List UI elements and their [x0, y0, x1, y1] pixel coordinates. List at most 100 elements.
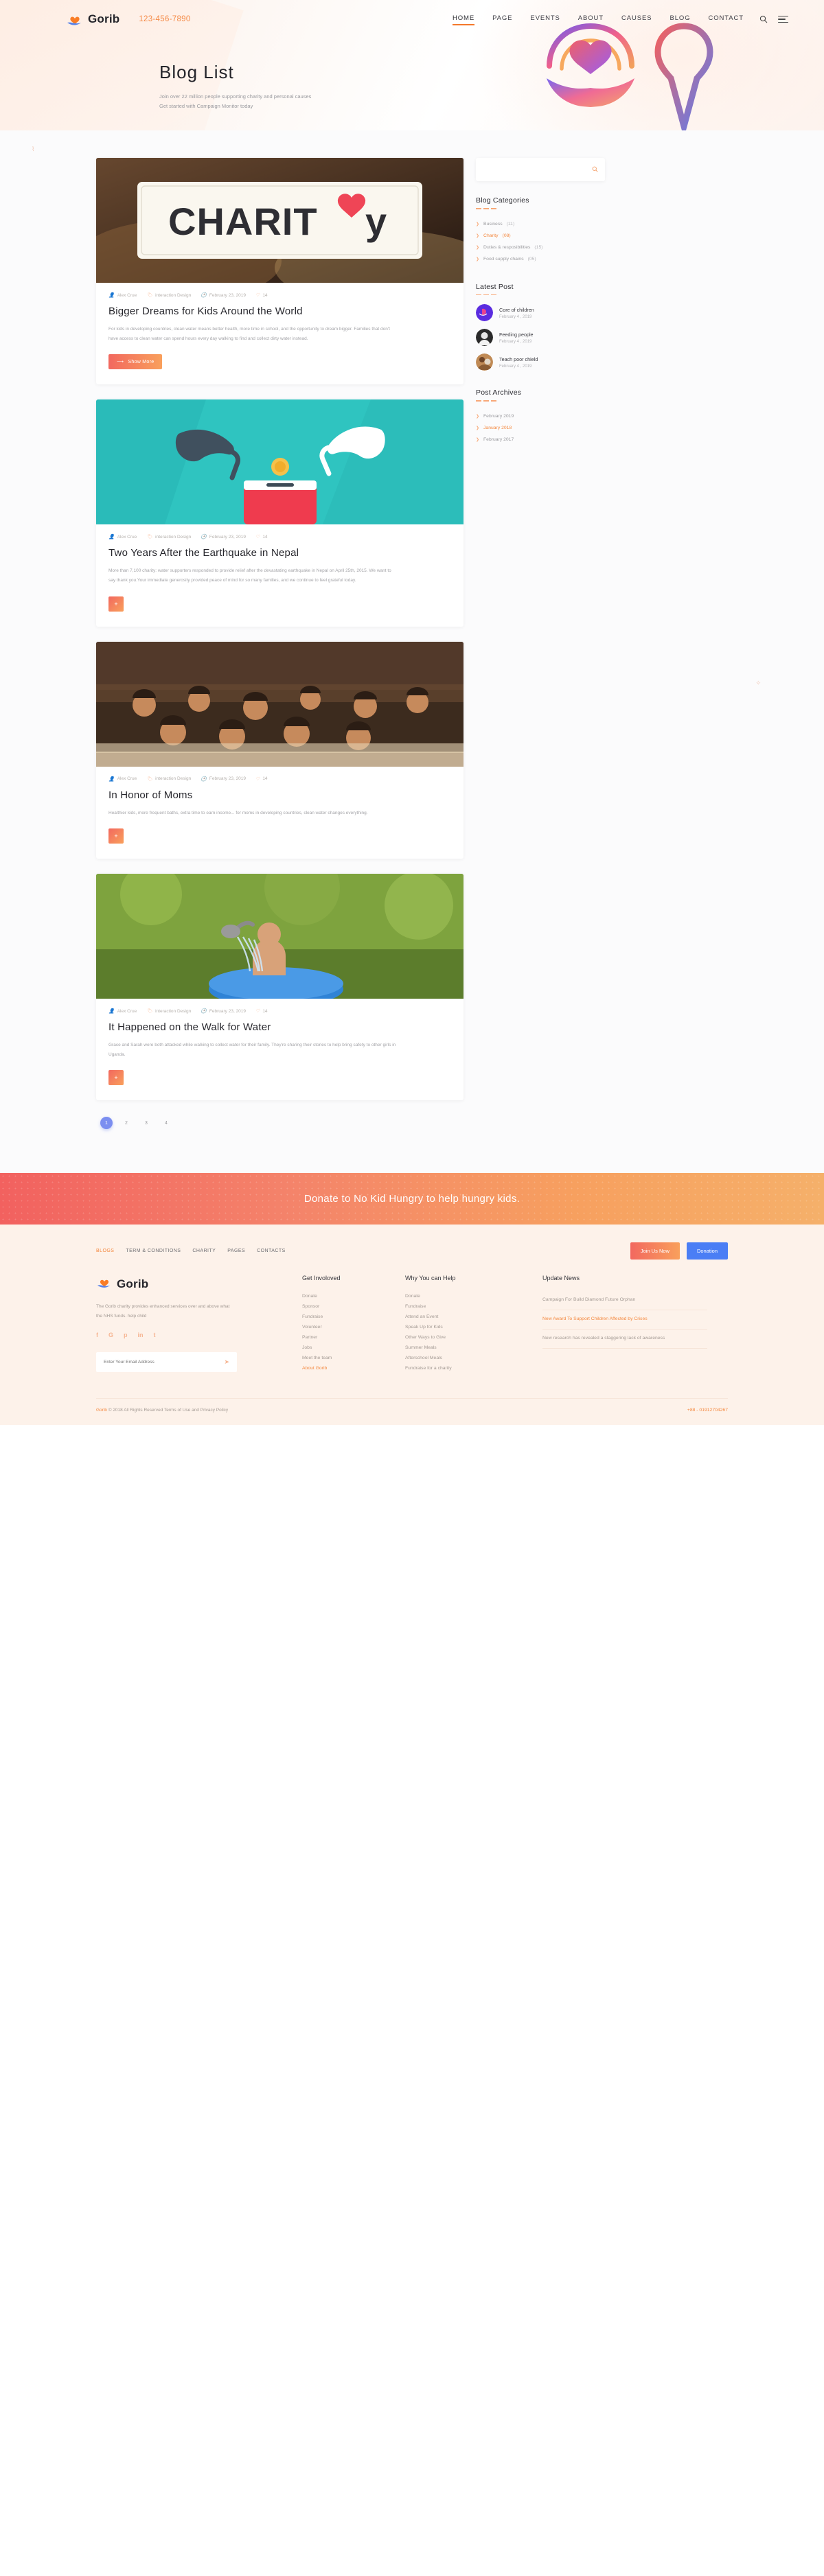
footer-link-meet-the-team[interactable]: Meet the team	[302, 1353, 405, 1363]
header-icon-group	[759, 14, 788, 24]
latest-post-item[interactable]: Core of children February 4 , 2019	[476, 304, 605, 321]
footer-why-help-column: Why You can Help Donate Fundraise Attend…	[405, 1275, 542, 1373]
footer-link-attend-an-event[interactable]: Attend an Event	[405, 1312, 542, 1322]
search-input[interactable]	[483, 167, 592, 172]
nav-item-home[interactable]: HOME	[452, 14, 475, 25]
post-title[interactable]: Two Years After the Earthquake in Nepal	[108, 547, 451, 559]
footer-columns: Gorib The Gorib charity provides enhance…	[96, 1275, 728, 1398]
donation-button[interactable]: Donation	[686, 1242, 728, 1260]
pagination-page-3[interactable]: 3	[140, 1117, 152, 1129]
footer-link-donate[interactable]: Donate	[302, 1291, 405, 1301]
news-item[interactable]: New Award To Support Children Affected b…	[542, 1310, 707, 1330]
brand-name: Gorib	[88, 12, 120, 25]
sidebar-search-box[interactable]	[476, 158, 605, 181]
footer-link-fundraise[interactable]: Fundraise	[302, 1312, 405, 1322]
news-item[interactable]: New research has revealed a staggering l…	[542, 1330, 707, 1349]
news-item[interactable]: Campaign For Build Diamond Future Orphan	[542, 1291, 707, 1311]
read-more-button[interactable]: +	[108, 828, 124, 844]
clock-icon: 🕑	[201, 1009, 207, 1014]
archive-item-january-2018[interactable]: ❯ January 2018	[476, 422, 605, 434]
post-category: 🏷 interaction Design	[146, 1008, 192, 1014]
footer-nav-charity[interactable]: CHARITY	[192, 1249, 216, 1253]
footer-nav-contacts[interactable]: CONTACTS	[257, 1249, 286, 1253]
category-item-duties[interactable]: ❯ Duties & resposibilities (15)	[476, 242, 605, 253]
twitter-icon[interactable]: t	[154, 1332, 156, 1338]
blog-post-body: 👤 Alex Crue 🏷 interaction Design 🕑 February…	[96, 283, 464, 384]
title-underline-dashes	[476, 294, 605, 295]
heart-icon: ♡	[255, 1009, 260, 1014]
show-more-button[interactable]: ⟶ Show More	[108, 354, 163, 370]
brand-logo[interactable]: Gorib	[66, 11, 119, 27]
heart-icon: ♡	[255, 535, 260, 540]
post-title[interactable]: In Honor of Moms	[108, 789, 451, 801]
archive-item-february-2019[interactable]: ❯ February 2019	[476, 410, 605, 422]
blog-post-card[interactable]: 👤 Alex Crue 🏷 interaction Design 🕑 February…	[96, 641, 464, 859]
pagination-page-2[interactable]: 2	[120, 1117, 133, 1129]
footer-column-title: Get Involoved	[302, 1275, 341, 1282]
post-title[interactable]: Bigger Dreams for Kids Around the World	[108, 305, 451, 317]
latest-post-item[interactable]: Teach poor chield February 4 , 2019	[476, 353, 605, 371]
paper-plane-icon[interactable]: ➤	[224, 1358, 229, 1366]
pagination-page-1[interactable]: 1	[100, 1117, 113, 1130]
read-more-button[interactable]: +	[108, 1070, 124, 1086]
footer-logo[interactable]: Gorib	[96, 1275, 302, 1293]
latest-post-title: Feeding people	[499, 331, 534, 338]
google-plus-icon[interactable]: G	[108, 1332, 113, 1338]
clock-icon: 🕑	[201, 535, 207, 540]
donation-coin-illustration	[96, 399, 464, 525]
search-icon[interactable]	[759, 14, 768, 24]
hamburger-menu-icon[interactable]	[778, 15, 788, 23]
donate-banner[interactable]: Donate to No Kid Hungry to help hungry k…	[0, 1173, 824, 1225]
latest-post-item[interactable]: Feeding people February 4 , 2019	[476, 329, 605, 346]
footer-link-donate-2[interactable]: Donate	[405, 1291, 542, 1301]
footer-column-title: Update News	[542, 1275, 580, 1282]
category-item-charity[interactable]: ❯ Charity (08)	[476, 230, 605, 242]
svg-text:y: y	[365, 200, 387, 243]
header-phone[interactable]: 123-456-7890	[139, 15, 190, 23]
post-category: 🏷 interaction Design	[146, 534, 192, 540]
blog-post-card[interactable]: 👤 Alex Crue 🏷 interaction Design 🕑 February…	[96, 399, 464, 627]
footer-link-partner[interactable]: Partner	[302, 1332, 405, 1343]
footer-nav-pages[interactable]: PAGES	[227, 1249, 245, 1253]
blog-post-card[interactable]: 👤 Alex Crue 🏷 interaction Design 🕑 February…	[96, 874, 464, 1101]
category-item-food-supply[interactable]: ❯ Food supply chains (05)	[476, 253, 605, 265]
newsletter-subscribe-box[interactable]: ➤	[96, 1351, 237, 1372]
footer-nav-terms[interactable]: TERM & CONDITIONS	[126, 1249, 181, 1253]
footer-link-sponsor[interactable]: Sponsor	[302, 1301, 405, 1312]
footer-link-afterschool-meals[interactable]: Afterschool Meals	[405, 1353, 542, 1363]
content-container: CHARIT y 👤 Alex Crue 🏷 interaction Design …	[96, 158, 728, 1115]
footer-link-fundraise-for-a-charity[interactable]: Fundraise for a charity	[405, 1363, 542, 1373]
blog-post-card[interactable]: CHARIT y 👤 Alex Crue 🏷 interaction Design …	[96, 158, 464, 385]
footer-link-fundraise-2[interactable]: Fundraise	[405, 1301, 542, 1312]
footer-link-summer-meals[interactable]: Summer Meals	[405, 1343, 542, 1353]
footer-link-jobs[interactable]: Jobs	[302, 1343, 405, 1353]
post-category: 🏷 interaction Design	[146, 292, 192, 299]
join-us-now-button[interactable]: Join Us Now	[630, 1242, 680, 1260]
chevron-right-icon: ❯	[476, 437, 480, 442]
archive-item-february-2017[interactable]: ❯ February 2017	[476, 434, 605, 445]
nav-item-page[interactable]: PAGE	[492, 14, 512, 25]
facebook-icon[interactable]: f	[96, 1332, 98, 1338]
user-icon: 👤	[108, 1009, 115, 1014]
read-more-button[interactable]: +	[108, 596, 124, 612]
category-item-business[interactable]: ❯ Business (11)	[476, 218, 605, 230]
linkedin-icon[interactable]: in	[138, 1332, 144, 1338]
footer-link-other-ways-to-give[interactable]: Other Ways to Give	[405, 1332, 542, 1343]
footer-nav-blogs[interactable]: BLOGS	[96, 1249, 114, 1253]
widget-blog-categories: Blog Categories ❯ Business (11) ❯ Charit…	[476, 196, 605, 265]
post-title[interactable]: It Happened on the Walk for Water	[108, 1021, 451, 1033]
footer-phone[interactable]: +88 - 01912704267	[687, 1408, 728, 1413]
pinterest-icon[interactable]: p	[124, 1332, 128, 1338]
widget-title: Post Archives	[476, 388, 522, 397]
widget-post-archives: Post Archives ❯ February 2019 ❯ January …	[476, 388, 605, 445]
email-field[interactable]	[104, 1359, 225, 1365]
pagination-page-4[interactable]: 4	[160, 1117, 172, 1129]
user-icon: 👤	[108, 776, 115, 782]
latest-post-date: February 4 , 2019	[499, 364, 532, 369]
post-comment-count: ♡ 14	[255, 776, 268, 782]
footer-link-speak-up-for-kids[interactable]: Speak Up for Kids	[405, 1322, 542, 1332]
svg-text:CHARIT: CHARIT	[168, 200, 318, 243]
footer-link-about-gorib[interactable]: About Gorib	[302, 1363, 405, 1373]
search-icon[interactable]	[592, 163, 598, 176]
footer-link-volunteer[interactable]: Volunteer	[302, 1322, 405, 1332]
